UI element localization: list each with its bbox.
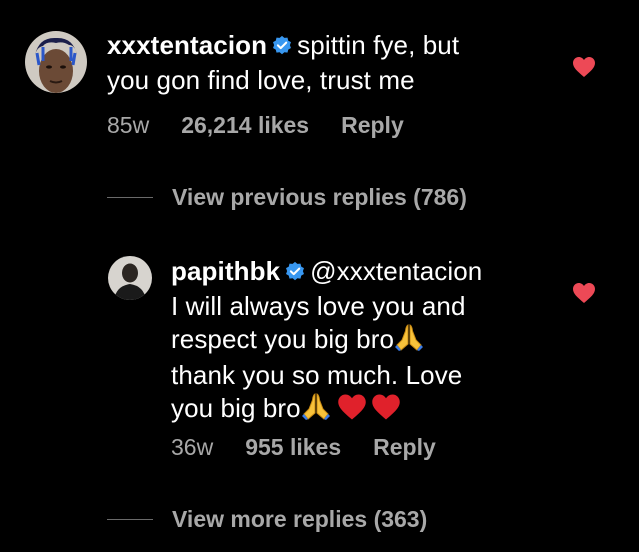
likes-count[interactable]: 955 likes	[245, 434, 341, 460]
praying-hands-emoji	[394, 322, 424, 359]
reply-button[interactable]: Reply	[373, 434, 436, 460]
username-papithbk[interactable]: papithbk	[171, 256, 280, 286]
view-more-replies-button[interactable]: View more replies (363)	[172, 506, 427, 533]
avatar-papithbk[interactable]	[108, 256, 152, 300]
mention-link[interactable]: @xxxtentacion	[310, 256, 482, 286]
comment-line-1: I will always love you and	[171, 291, 466, 321]
heart-icon[interactable]	[572, 56, 596, 83]
comment-meta-papithbk: 36w 955 likes Reply	[171, 434, 468, 461]
comment-line-2: you gon find love, trust me	[107, 65, 415, 95]
view-previous-replies-button[interactable]: View previous replies (786)	[172, 184, 467, 211]
comment-text-xxxtentacion: xxxtentacion spittin fye, but you gon fin…	[107, 29, 547, 96]
likes-count[interactable]: 26,214 likes	[181, 112, 309, 138]
comment-age: 85w	[107, 112, 150, 138]
reply-button[interactable]: Reply	[341, 112, 404, 138]
comment-line-1: spittin fye, but	[297, 30, 460, 60]
replies-divider	[107, 197, 153, 198]
comment-age: 36w	[171, 434, 214, 460]
comment-line-3: thank you so much. Love	[171, 360, 463, 390]
username-xxxtentacion[interactable]: xxxtentacion	[107, 30, 267, 60]
comment-line-2: respect you big bro	[171, 324, 395, 354]
comment-meta-xxxtentacion: 85w 26,214 likes Reply	[107, 112, 436, 139]
verified-badge-icon	[284, 258, 306, 290]
comment-text-papithbk: papithbk @xxxtentacion I will always love…	[171, 255, 571, 428]
heart-icon[interactable]	[572, 282, 596, 309]
praying-hands-emoji	[301, 391, 331, 428]
comment-line-4: you big bro	[171, 393, 301, 423]
red-heart-emoji	[371, 393, 401, 428]
avatar-xxxtentacion[interactable]	[25, 31, 87, 93]
verified-badge-icon	[271, 32, 293, 64]
replies-divider	[107, 519, 153, 520]
red-heart-emoji	[337, 393, 367, 428]
